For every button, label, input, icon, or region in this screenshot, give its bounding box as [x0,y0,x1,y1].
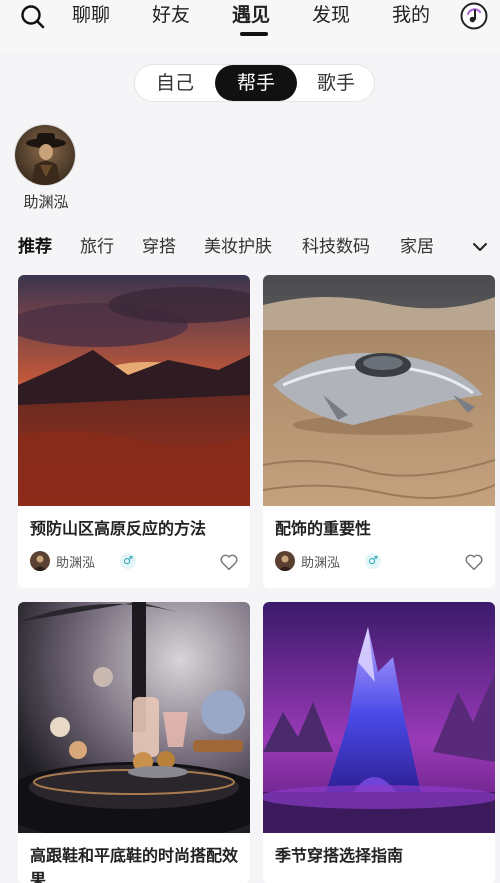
tab-discover[interactable]: 发现 [312,2,350,28]
helper-name: 助渊泓 [23,193,69,211]
post-title: 高跟鞋和平底鞋的时尚搭配效果 [30,846,239,883]
chevron-down-icon[interactable] [468,235,492,259]
heart-icon[interactable] [218,551,240,573]
heart-icon[interactable] [463,551,485,573]
male-icon: ♂ [120,553,136,569]
post-card[interactable]: 季节穿搭选择指南 [263,602,495,883]
tab-chat[interactable]: 聊聊 [72,2,110,28]
category-tech[interactable]: 科技数码 [302,233,370,261]
helper-profile[interactable]: 助渊泓 [14,124,78,212]
category-recommended[interactable]: 推荐 [18,233,52,261]
avatar[interactable] [14,124,76,186]
post-card[interactable]: 预防山区高原反应的方法 助渊泓 ♂ [18,275,250,588]
search-icon[interactable] [20,4,46,30]
category-travel[interactable]: 旅行 [80,233,114,261]
segment-singer[interactable]: 歌手 [297,65,375,101]
post-image-mountain-sunset [18,275,250,506]
segment-helper[interactable]: 帮手 [215,65,297,101]
category-home[interactable]: 家居 [400,233,434,261]
tab-meet[interactable]: 遇见 [232,2,270,28]
active-tab-indicator [240,32,268,36]
tab-me[interactable]: 我的 [392,2,430,28]
top-navigation: 聊聊 好友 遇见 发现 我的 [0,0,500,52]
post-image-crystal-mountain [263,602,495,833]
category-beauty[interactable]: 美妆护肤 [204,233,272,261]
post-card[interactable]: 配饰的重要性 助渊泓 ♂ [263,275,495,588]
category-bar: 推荐 旅行 穿搭 美妆护肤 科技数码 家居 [0,229,500,265]
post-title: 季节穿搭选择指南 [275,846,404,865]
author-avatar[interactable] [30,551,50,571]
post-image-desert-craft [263,275,495,506]
segment-self[interactable]: 自己 [135,65,215,101]
post-image-space-dessert [18,602,250,833]
post-card[interactable]: 高跟鞋和平底鞋的时尚搭配效果 [18,602,250,883]
tab-friends[interactable]: 好友 [152,2,190,28]
role-segmented-control: 自己 帮手 歌手 [134,64,375,102]
post-title: 配饰的重要性 [275,519,372,538]
author-name: 助渊泓 [56,556,96,571]
male-icon: ♂ [365,553,381,569]
post-title: 预防山区高原反应的方法 [30,519,207,538]
author-avatar[interactable] [275,551,295,571]
category-outfit[interactable]: 穿搭 [142,233,176,261]
post-meta: 助渊泓 ♂ [30,551,240,573]
post-meta: 助渊泓 ♂ [275,551,485,573]
author-name: 助渊泓 [301,556,341,571]
music-note-icon[interactable] [460,2,488,30]
